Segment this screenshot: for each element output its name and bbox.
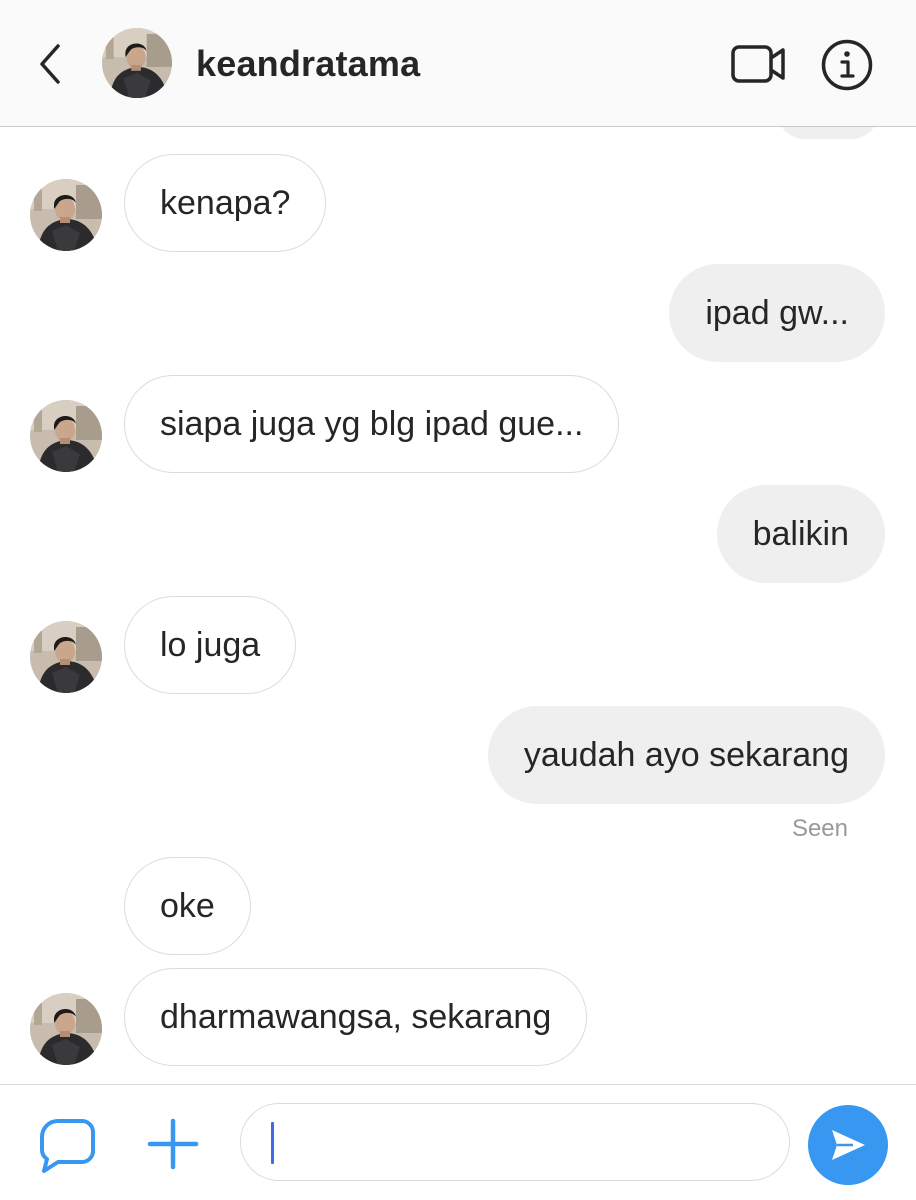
camera-icon: [40, 1119, 95, 1173]
text-caret: [271, 1122, 274, 1164]
info-button[interactable]: [820, 38, 874, 92]
info-icon: [821, 39, 873, 91]
message-bubble-outgoing[interactable]: balikin: [716, 485, 885, 583]
back-button[interactable]: [30, 40, 70, 88]
chevron-left-icon: [40, 44, 60, 84]
sender-avatar[interactable]: [30, 621, 102, 693]
camera-button[interactable]: [36, 1115, 100, 1175]
message-bubble-incoming[interactable]: siapa juga yg blg ipad gue...: [124, 375, 620, 473]
send-icon: [832, 1130, 865, 1160]
message-bubble-incoming[interactable]: kenapa?: [124, 154, 327, 252]
message-bubble-incoming[interactable]: oke: [124, 857, 251, 955]
sender-avatar[interactable]: [30, 400, 102, 472]
message-text-field[interactable]: [277, 1104, 765, 1182]
message-bubble-outgoing[interactable]: ipad gw...: [669, 264, 885, 362]
send-button[interactable]: [808, 1105, 888, 1185]
message-bubble-outgoing[interactable]: yaudah ayo sekarang: [487, 706, 885, 804]
chat-username[interactable]: keandratama: [196, 40, 420, 88]
video-camera-icon: [731, 45, 785, 83]
message-thread[interactable]: kenapa? ipad gw... siapa juga yg blg ipa…: [0, 127, 916, 1084]
sender-avatar[interactable]: [30, 179, 102, 251]
add-media-button[interactable]: [146, 1117, 200, 1171]
message-input[interactable]: [240, 1103, 790, 1182]
chat-header: keandratama: [0, 0, 916, 127]
partial-message-bubble: [778, 127, 878, 139]
sender-avatar[interactable]: [30, 993, 102, 1065]
plus-icon: [147, 1118, 199, 1170]
message-composer: [0, 1084, 916, 1200]
header-avatar[interactable]: [102, 28, 172, 98]
seen-status: Seen: [791, 815, 848, 842]
message-bubble-incoming[interactable]: lo juga: [124, 596, 297, 694]
message-bubble-incoming[interactable]: dharmawangsa, sekarang: [124, 968, 588, 1066]
video-call-button[interactable]: [728, 38, 790, 90]
